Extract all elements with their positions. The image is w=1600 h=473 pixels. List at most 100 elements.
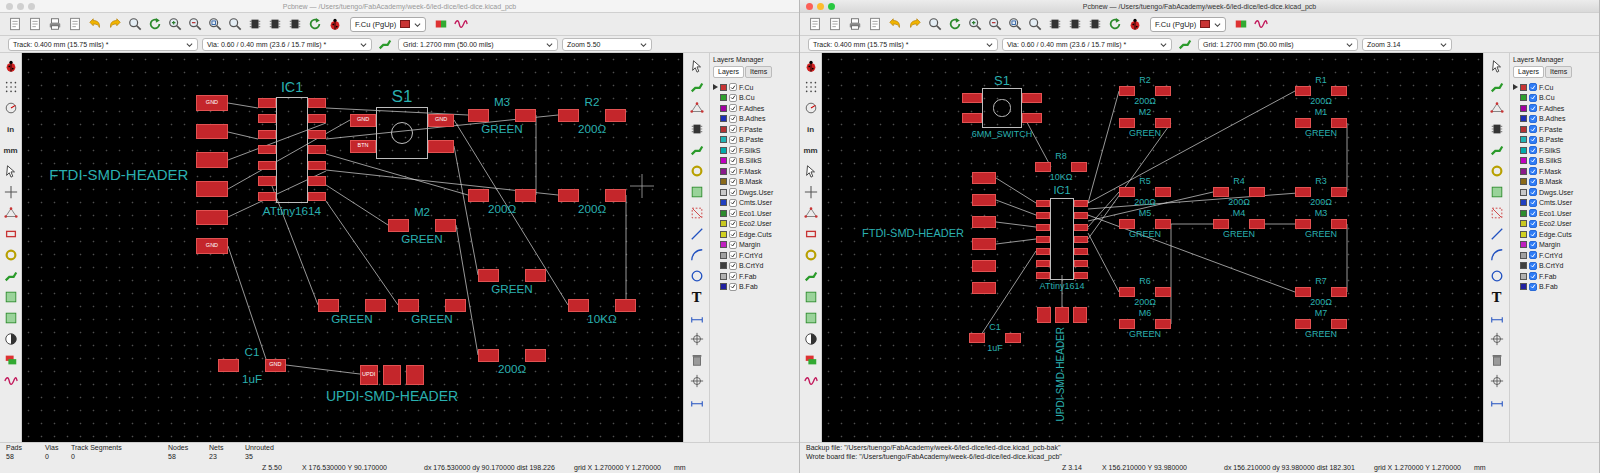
footprint-value[interactable]: ATtiny1614: [263, 205, 321, 217]
update-pcb-icon[interactable]: [308, 17, 322, 31]
drc-icon[interactable]: [328, 17, 342, 31]
footprint-reference[interactable]: M2: [414, 206, 430, 218]
layer-color-swatch[interactable]: [1520, 189, 1527, 196]
pad[interactable]: [1071, 162, 1087, 172]
pad[interactable]: UPDI: [360, 365, 378, 386]
layer-visibility-checkbox[interactable]: [1529, 272, 1537, 280]
pad[interactable]: [1331, 219, 1347, 229]
zoom-select[interactable]: Zoom 5.50: [562, 38, 652, 51]
footprint-value[interactable]: 200Ω: [1134, 97, 1156, 106]
layer-color-swatch[interactable]: [1520, 273, 1527, 280]
zone-outline-icon[interactable]: [804, 311, 818, 325]
layer-row[interactable]: F.SilkS: [713, 145, 796, 156]
toolbar-button[interactable]: [1066, 15, 1084, 33]
pad[interactable]: [1249, 187, 1265, 197]
layer-visibility-checkbox[interactable]: [729, 220, 737, 228]
layer-color-swatch[interactable]: [1520, 168, 1527, 175]
toolbar-button[interactable]: [802, 183, 820, 201]
toolbar-button[interactable]: [46, 15, 64, 33]
toolbar-button[interactable]: [688, 183, 706, 201]
layer-color-swatch[interactable]: [1520, 178, 1527, 185]
toolbar-button[interactable]: [1106, 15, 1124, 33]
toolbar-button[interactable]: [1488, 57, 1506, 75]
footprint-reference[interactable]: M1: [1315, 108, 1328, 117]
toolbar-button[interactable]: [1488, 330, 1506, 348]
layer-row[interactable]: B.Cu: [713, 93, 796, 104]
page-settings-icon[interactable]: [28, 17, 42, 31]
pad[interactable]: [1295, 219, 1311, 229]
layer-row[interactable]: B.Paste: [713, 135, 796, 146]
zoom-fit-icon[interactable]: [208, 17, 222, 31]
layer-color-swatch[interactable]: [720, 157, 727, 164]
layer-color-swatch[interactable]: [720, 147, 727, 154]
footprint-reference[interactable]: FTDI-SMD-HEADER: [862, 228, 964, 239]
print-icon[interactable]: [48, 17, 62, 31]
footprint-value[interactable]: 6MM_SWITCH: [972, 130, 1033, 139]
zoom-area-icon[interactable]: [228, 17, 242, 31]
footprint-reference[interactable]: S1: [994, 74, 1010, 87]
footprint-value[interactable]: 200Ω: [498, 363, 526, 375]
toolbar-button[interactable]: [106, 15, 124, 33]
layer-visibility-checkbox[interactable]: [729, 94, 737, 102]
local-ratsnest-icon[interactable]: [1490, 101, 1504, 115]
select-icon[interactable]: [1490, 59, 1504, 73]
footprint-browser-icon[interactable]: [288, 17, 302, 31]
pad[interactable]: [1119, 118, 1135, 128]
toolbar-button[interactable]: [1026, 15, 1044, 33]
pad[interactable]: [615, 299, 636, 312]
layer-visibility-checkbox[interactable]: [729, 283, 737, 291]
footprint-editor-icon[interactable]: [268, 17, 282, 31]
pad[interactable]: [478, 269, 499, 282]
footprint-value[interactable]: GREEN: [411, 313, 453, 325]
footprint-value[interactable]: GREEN: [331, 313, 373, 325]
pad[interactable]: [605, 189, 626, 202]
via-sketch-icon[interactable]: [804, 248, 818, 262]
layer-row[interactable]: B.Adhes: [1513, 114, 1596, 125]
pad[interactable]: [972, 172, 996, 184]
toolbar-button[interactable]: [802, 162, 820, 180]
polar-icon[interactable]: [4, 101, 18, 115]
layer-color-swatch[interactable]: [720, 126, 727, 133]
footprint-reference[interactable]: R2: [1139, 76, 1151, 85]
toolbar-button[interactable]: [1488, 204, 1506, 222]
redo-icon[interactable]: [108, 17, 122, 31]
layer-row[interactable]: B.Paste: [1513, 135, 1596, 146]
layer-color-swatch[interactable]: [1520, 147, 1527, 154]
undo-icon[interactable]: [88, 17, 102, 31]
footprint-value[interactable]: GREEN: [1223, 230, 1255, 239]
pad[interactable]: [308, 114, 326, 123]
toolbar-button[interactable]: [688, 372, 706, 390]
layer-visibility-checkbox[interactable]: [1529, 104, 1537, 112]
redraw-icon[interactable]: [948, 17, 962, 31]
auto-width-button[interactable]: [1176, 35, 1194, 53]
add-footprint-icon[interactable]: [1490, 122, 1504, 136]
layer-row[interactable]: F.Mask: [1513, 166, 1596, 177]
pad-sketch-icon[interactable]: [804, 227, 818, 241]
undo-icon[interactable]: [888, 17, 902, 31]
pad[interactable]: [1119, 219, 1135, 229]
pad[interactable]: GND: [428, 114, 454, 127]
layer-select[interactable]: F.Cu (PgUp): [350, 17, 426, 32]
pad[interactable]: GND: [196, 95, 227, 111]
pad[interactable]: [1155, 319, 1171, 329]
tab[interactable]: Items: [1545, 66, 1572, 78]
layer-visibility-checkbox[interactable]: [729, 230, 737, 238]
toolbar-button[interactable]: [1488, 372, 1506, 390]
footprint-reference[interactable]: IC1: [281, 80, 303, 94]
measure-icon[interactable]: [690, 395, 704, 409]
layer-row[interactable]: F.Adhes: [1513, 103, 1596, 114]
toolbar-button[interactable]: [826, 15, 844, 33]
toolbar-button[interactable]: [1126, 15, 1144, 33]
pad[interactable]: [1074, 272, 1088, 279]
toolbar-button[interactable]: [2, 204, 20, 222]
add-footprint-icon[interactable]: [690, 122, 704, 136]
local-ratsnest-icon[interactable]: [690, 101, 704, 115]
layer-row[interactable]: Edge.Cuts: [1513, 229, 1596, 240]
ratsnest-icon[interactable]: [804, 206, 818, 220]
pad[interactable]: [258, 176, 276, 185]
layer-color-swatch[interactable]: [1520, 252, 1527, 259]
layer-color-swatch[interactable]: [720, 252, 727, 259]
layer-color-swatch[interactable]: [1520, 157, 1527, 164]
pad[interactable]: [1036, 200, 1050, 207]
select-icon[interactable]: [690, 59, 704, 73]
